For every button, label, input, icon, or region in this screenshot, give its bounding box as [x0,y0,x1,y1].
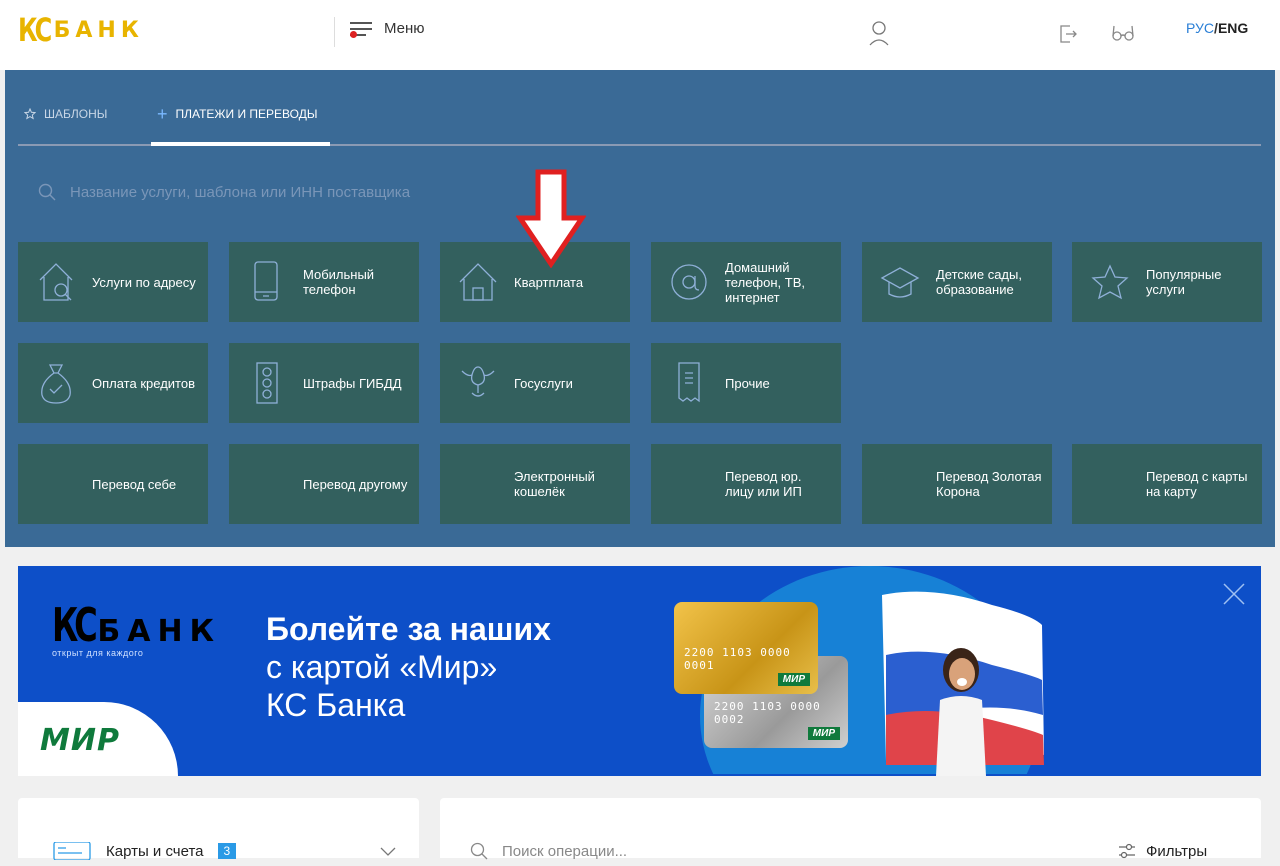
tile-mobile-phone[interactable]: Мобильный телефон [229,242,419,322]
tile-label: Штрафы ГИБДД [303,375,402,391]
house-icon [459,263,497,301]
banner-line3: КС Банка [266,687,406,723]
house-search-icon [39,263,73,301]
banner-text: Болейте за наших с картой «Мир» КС Банка [266,610,551,724]
tile-label: Перевод Золотая Корона [936,469,1042,499]
tile-label: Перевод юр. лицу или ИП [725,469,802,499]
filters-button[interactable]: Фильтры [1118,842,1207,860]
banner-line1: Болейте за наших [266,611,551,647]
tile-e-wallet[interactable]: Электронный кошелёк [440,444,630,524]
tile-transfer-legal-entity[interactable]: Перевод юр. лицу или ИП [651,444,841,524]
tile-other[interactable]: Прочие [651,343,841,423]
tile-label: Перевод другому [303,476,408,492]
card-icon [53,842,91,860]
tile-label: Детские сады, образование [936,267,1022,297]
banner-line2: с картой «Мир» [266,649,498,685]
tile-gosuslugi[interactable]: Госуслуги [440,343,630,423]
wallet-icon [458,462,498,506]
tile-card-to-card[interactable]: Перевод с карты на карту [1072,444,1262,524]
operations-search-placeholder: Поиск операции... [502,842,628,860]
lang-en[interactable]: ENG [1218,20,1248,36]
cards-count-badge: 3 [217,843,237,859]
graduation-cap-icon [880,267,920,298]
banner-logo-bank: БАНК [97,614,222,649]
crown-icon [880,462,920,506]
user-transfer-icon [247,462,287,506]
tile-kindergarten-education[interactable]: Детские сады, образование [862,242,1052,322]
logo-kc: КС [18,11,52,49]
card-number: 2200 1103 0000 0001 [684,646,791,672]
receipt-icon [678,362,700,403]
tile-services-by-address[interactable]: Услуги по адресу [18,242,208,322]
tab-templates-label: ШАБЛОНЫ [44,107,108,121]
tile-label: Перевод с карты на карту [1146,469,1248,499]
card-transfer-icon [1090,462,1130,506]
header-divider [334,17,335,47]
card-mir-logo: МИР [807,727,840,740]
user-icon [36,462,76,506]
tile-label: Домашний телефон, ТВ, интернет [725,259,805,305]
language-switch[interactable]: РУС/ENG [1186,20,1248,36]
banner-logo: КС БАНК открыт для каждого [52,598,221,658]
tile-traffic-fines[interactable]: Штрафы ГИБДД [229,343,419,423]
active-tab-indicator [151,142,330,146]
tile-transfer-to-other[interactable]: Перевод другому [229,444,419,524]
fan-girl-image [936,648,986,776]
bank-logo[interactable]: КС БАНК [18,11,144,49]
chevron-down-icon[interactable] [380,847,396,857]
tile-label: Госуслуги [514,375,573,391]
tab-payments[interactable]: + ПЛАТЕЖИ И ПЕРЕВОДЫ [151,104,325,138]
briefcase-icon [669,462,709,506]
filters-icon [1119,843,1135,859]
arrow-annotation-icon [516,169,586,268]
service-search[interactable]: Название услуги, шаблона или ИНН поставщ… [38,183,410,201]
logo-bank: БАНК [53,17,144,43]
card-number: 2200 1103 0000 0002 [714,700,821,726]
tab-payments-label: ПЛАТЕЖИ И ПЕРЕВОДЫ [175,107,318,121]
traffic-light-icon [256,362,278,404]
operations-search[interactable]: Поиск операции... [470,842,627,860]
close-icon[interactable] [1222,582,1246,606]
tile-zolotaya-korona[interactable]: Перевод Золотая Корона [862,444,1052,524]
tile-label: Мобильный телефон [303,267,375,297]
hamburger-icon [350,21,372,38]
banner-logo-kc: КС [52,598,98,652]
menu-label: Меню [384,20,425,37]
tile-transfer-to-self[interactable]: Перевод себе [18,444,208,524]
tile-home-phone-tv-internet[interactable]: Домашний телефон, ТВ, интернет [651,242,841,322]
logout-icon[interactable] [1058,24,1078,44]
tile-label: Прочие [725,375,770,391]
at-icon [671,264,707,300]
mir-logo: МИР [40,723,120,758]
star-icon [24,108,36,120]
user-icon[interactable] [868,20,890,46]
tile-label: Оплата кредитов [92,375,195,391]
top-header: КС БАНК Меню РУС/ENG [0,0,1280,70]
card-mir-logo: МИР [777,673,810,686]
search-icon [470,842,488,860]
tile-label: Популярные услуги [1146,267,1222,297]
money-bag-icon [41,364,71,404]
tile-popular-services[interactable]: Популярные услуги [1072,242,1262,322]
search-icon [38,183,56,201]
lang-ru[interactable]: РУС [1186,20,1214,36]
tile-label: Электронный кошелёк [514,469,595,499]
glasses-icon[interactable] [1112,24,1134,42]
tile-label: Перевод себе [92,476,177,492]
tile-loan-payment[interactable]: Оплата кредитов [18,343,208,423]
menu-button[interactable]: Меню [350,20,425,38]
star-icon [1091,264,1129,300]
eagle-icon [461,366,495,397]
cards-accounts-title: Карты и счета [106,842,204,860]
mir-card-gold: 2200 1103 0000 0001 МИР [674,602,818,694]
payments-tabs: ШАБЛОНЫ + ПЛАТЕЖИ И ПЕРЕВОДЫ [18,104,325,138]
cards-accounts-header[interactable]: Карты и счета 3 [52,842,237,860]
tab-templates[interactable]: ШАБЛОНЫ [18,107,151,138]
filters-label: Фильтры [1146,842,1208,860]
tile-label: Услуги по адресу [92,274,196,290]
service-search-placeholder: Название услуги, шаблона или ИНН поставщ… [70,183,411,201]
phone-icon [254,261,278,301]
plus-icon: + [157,104,168,124]
